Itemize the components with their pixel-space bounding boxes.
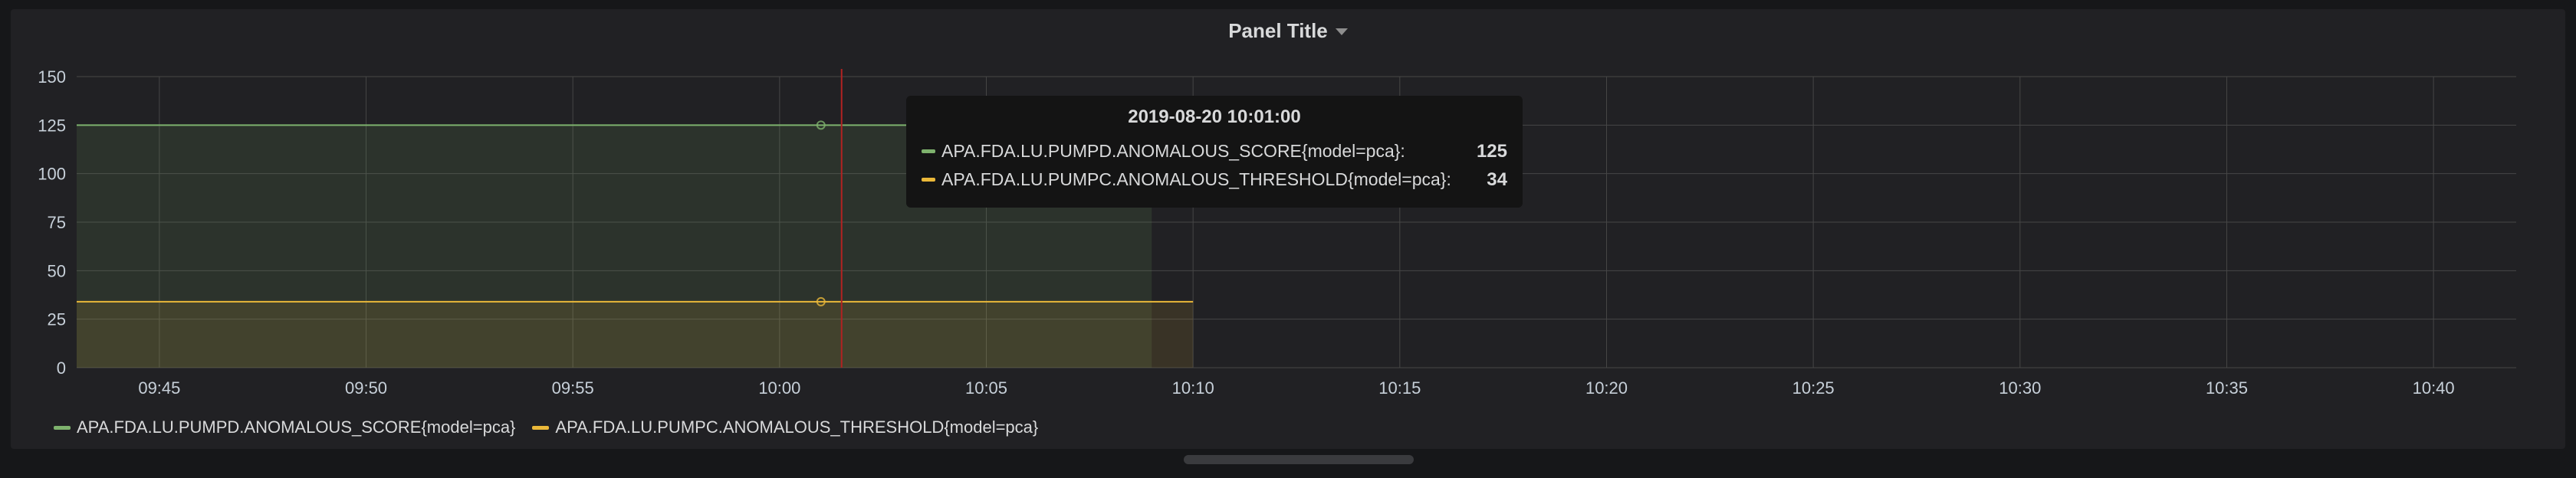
x-tick-label: 10:30 bbox=[1999, 378, 2041, 398]
x-tick-label: 10:00 bbox=[758, 378, 800, 398]
legend-label-score: APA.FDA.LU.PUMPD.ANOMALOUS_SCORE{model=p… bbox=[77, 417, 516, 437]
y-tick-label: 150 bbox=[38, 67, 66, 87]
y-tick-label: 0 bbox=[57, 358, 66, 378]
x-tick-label: 10:35 bbox=[2206, 378, 2248, 398]
tooltip-series-score: APA.FDA.LU.PUMPD.ANOMALOUS_SCORE{model=p… bbox=[941, 141, 1405, 161]
y-tick-label: 25 bbox=[48, 310, 66, 329]
graph-canvas[interactable]: 0 25 50 75 100 125 150 09:45 09:50 09:55 10:00 10:0… bbox=[11, 9, 2565, 408]
x-tick-label: 10:40 bbox=[2413, 378, 2455, 398]
tooltip-series-threshold: APA.FDA.LU.PUMPC.ANOMALOUS_THRESHOLD{mod… bbox=[941, 169, 1451, 189]
horizontal-scrollbar[interactable] bbox=[1184, 455, 1414, 464]
x-tick-label: 09:55 bbox=[552, 378, 594, 398]
legend-swatch-threshold bbox=[532, 425, 550, 430]
y-tick-label: 100 bbox=[38, 165, 66, 184]
legend: APA.FDA.LU.PUMPD.ANOMALOUS_SCORE{model=p… bbox=[54, 414, 1055, 441]
tooltip-swatch-threshold bbox=[922, 178, 935, 182]
x-tick-label: 10:25 bbox=[1792, 378, 1835, 398]
legend-item-threshold[interactable]: APA.FDA.LU.PUMPC.ANOMALOUS_THRESHOLD{mod… bbox=[532, 417, 1038, 437]
tooltip-swatch-score bbox=[922, 149, 935, 153]
graph-panel: Panel Title 0 25 50 75 100 125 150 09:45 09:50 09… bbox=[11, 9, 2565, 464]
tooltip-row-score: APA.FDA.LU.PUMPD.ANOMALOUS_SCORE{model=p… bbox=[922, 137, 1507, 165]
y-tick-label: 50 bbox=[48, 261, 66, 280]
x-tick-label: 10:20 bbox=[1585, 378, 1628, 398]
y-tick-label: 125 bbox=[38, 116, 66, 135]
tooltip-row-threshold: APA.FDA.LU.PUMPC.ANOMALOUS_THRESHOLD{mod… bbox=[922, 165, 1507, 194]
y-tick-label: 75 bbox=[48, 213, 66, 232]
x-tick-label: 09:45 bbox=[138, 378, 180, 398]
x-tick-label: 10:15 bbox=[1378, 378, 1421, 398]
x-tick-label: 10:05 bbox=[965, 378, 1007, 398]
x-tick-label: 10:10 bbox=[1172, 378, 1214, 398]
series-area-1 bbox=[77, 301, 1194, 368]
tooltip-value-score: 125 bbox=[1476, 140, 1507, 162]
tooltip-value-threshold: 34 bbox=[1487, 169, 1507, 190]
legend-item-score[interactable]: APA.FDA.LU.PUMPD.ANOMALOUS_SCORE{model=p… bbox=[54, 417, 515, 437]
x-tick-label: 09:50 bbox=[345, 378, 387, 398]
graph-tooltip: 2019-08-20 10:01:00 APA.FDA.LU.PUMPD.ANO… bbox=[906, 96, 1523, 208]
tooltip-time: 2019-08-20 10:01:00 bbox=[1128, 106, 1301, 127]
legend-label-threshold: APA.FDA.LU.PUMPC.ANOMALOUS_THRESHOLD{mod… bbox=[555, 417, 1039, 437]
legend-swatch-score bbox=[54, 425, 71, 430]
